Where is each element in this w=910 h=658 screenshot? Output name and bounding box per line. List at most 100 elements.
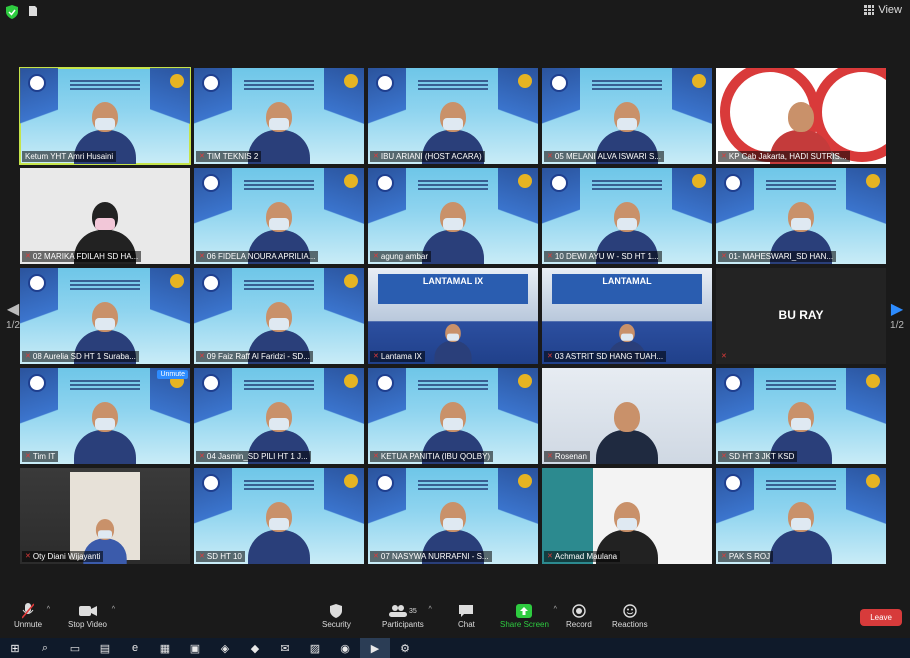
school-logo-icon — [202, 474, 220, 492]
mic-muted-icon: ✕ — [199, 453, 205, 460]
participant-tile[interactable]: ✕ 08 Aurelia SD HT 1 Suraba... — [20, 268, 190, 364]
task-view-icon[interactable]: ▭ — [60, 638, 90, 658]
participant-tile[interactable]: ✕ Oty Diani Wijayanti — [20, 468, 190, 564]
folder-icon[interactable]: ▦ — [150, 638, 180, 658]
school-logo-icon — [202, 274, 220, 292]
participant-tile[interactable]: ✕ TIM TEKNIS 2 — [194, 68, 364, 164]
participant-name-tag: ✕ 09 Faiz Raff Al Faridzi - SD... — [196, 351, 313, 362]
edge-browser-icon[interactable]: e — [120, 638, 150, 658]
participant-video — [766, 500, 836, 564]
chevron-up-icon[interactable]: ^ — [554, 606, 557, 613]
participant-name: 01- MAHESWARI_SD HAN... — [728, 252, 834, 261]
participant-name-tag: ✕ 03 ASTRIT SD HANG TUAH... — [544, 351, 667, 362]
people-icon: 35 — [382, 602, 424, 620]
zoom-app-icon[interactable]: ▶ — [360, 638, 390, 658]
participant-name-tag: ✕ 05 MELANI ALVA ISWARI S... — [544, 151, 664, 162]
mic-muted-icon: ✕ — [25, 253, 31, 260]
emblem-icon — [518, 374, 532, 388]
participant-tile[interactable]: ✕ 07 NASYWA NURRAFNI - S... — [368, 468, 538, 564]
participant-name: SD HT 10 — [206, 552, 242, 561]
unmute-tag[interactable]: Unmute — [157, 370, 188, 379]
mail-icon[interactable]: ✉ — [270, 638, 300, 658]
participant-tile[interactable]: ✕ Achmad Maulana — [542, 468, 712, 564]
file-explorer-icon[interactable]: ▤ — [90, 638, 120, 658]
meeting-toolbar: Unmute ^ Stop Video ^ Security 35 Partic… — [0, 598, 910, 636]
view-button[interactable]: View — [864, 4, 902, 16]
event-banner — [70, 278, 140, 292]
chevron-up-icon[interactable]: ^ — [47, 606, 50, 613]
app-icon[interactable]: ◆ — [240, 638, 270, 658]
participant-tile[interactable]: ✕ Rosenan — [542, 368, 712, 464]
school-logo-icon — [202, 374, 220, 392]
school-logo-icon — [202, 74, 220, 92]
search-icon[interactable]: ⌕ — [30, 638, 60, 658]
mic-muted-icon: ✕ — [721, 353, 727, 360]
mic-muted-icon — [14, 602, 42, 620]
participant-tile[interactable]: Ketum YHT Amri Husaini — [19, 67, 191, 165]
smiley-icon — [612, 602, 648, 620]
settings-icon[interactable]: ⚙ — [390, 638, 420, 658]
participant-tile[interactable]: ✕ KETUA PANITIA (IBU QOLBY) — [368, 368, 538, 464]
participant-tile[interactable]: ✕ 01- MAHESWARI_SD HAN... — [716, 168, 886, 264]
participant-tile[interactable]: Unmute ✕ Tim IT — [20, 368, 190, 464]
participant-tile[interactable]: ✕ 09 Faiz Raff Al Faridzi - SD... — [194, 268, 364, 364]
chat-button[interactable]: Chat — [458, 602, 475, 629]
share-screen-icon — [500, 602, 549, 620]
participant-tile[interactable]: ✕ SD HT 10 — [194, 468, 364, 564]
stop-video-button[interactable]: Stop Video ^ — [68, 602, 115, 629]
participant-name: 04 Jasmin_SD PILI HT 1 J... — [206, 452, 308, 461]
unmute-button[interactable]: Unmute ^ — [14, 602, 50, 629]
event-banner — [592, 178, 662, 192]
participant-tile[interactable]: ✕ 10 DEWI AYU W - SD HT 1... — [542, 168, 712, 264]
stage-backdrop: LANTAMAL IX — [378, 274, 528, 304]
participant-name-tag: ✕ Lantama IX — [370, 351, 425, 362]
chevron-up-icon[interactable]: ^ — [112, 606, 115, 613]
participant-tile[interactable]: LANTAMAL IX ✕ Lantama IX — [368, 268, 538, 364]
school-logo-icon — [724, 174, 742, 192]
mic-muted-icon: ✕ — [721, 253, 727, 260]
participant-name-tag: ✕ TIM TEKNIS 2 — [196, 151, 262, 162]
participant-tile[interactable]: BU RAY ✕ — [716, 268, 886, 364]
participant-tile[interactable]: ✕ 02 MARIKA FDILAH SD HA... — [20, 168, 190, 264]
event-banner — [418, 478, 488, 492]
event-banner — [244, 178, 314, 192]
participant-display-name: BU RAY — [778, 308, 824, 322]
chrome-icon[interactable]: ◉ — [330, 638, 360, 658]
reactions-button[interactable]: Reactions — [612, 602, 648, 629]
participant-video — [592, 400, 662, 464]
participant-name: Ketum YHT Amri Husaini — [25, 152, 114, 161]
security-button[interactable]: Security — [322, 602, 351, 629]
shield-icon[interactable] — [6, 5, 18, 19]
leave-button[interactable]: Leave — [860, 609, 902, 626]
photos-icon[interactable]: ▨ — [300, 638, 330, 658]
participant-name-tag: ✕ — [718, 351, 730, 362]
participant-video — [244, 500, 314, 564]
participant-tile[interactable]: ✕ IBU ARIANI (HOST ACARA) — [368, 68, 538, 164]
participant-tile[interactable]: ✕ 05 MELANI ALVA ISWARI S... — [542, 68, 712, 164]
record-button[interactable]: Record — [566, 602, 592, 629]
share-screen-button[interactable]: Share Screen ^ — [500, 602, 557, 629]
emblem-icon — [170, 74, 184, 88]
store-icon[interactable]: ▣ — [180, 638, 210, 658]
participants-button[interactable]: 35 Participants ^ — [382, 602, 432, 629]
emblem-icon — [518, 174, 532, 188]
chevron-up-icon[interactable]: ^ — [429, 606, 432, 613]
school-logo-icon — [376, 474, 394, 492]
windows-start-icon[interactable]: ⊞ — [0, 638, 30, 658]
event-banner — [70, 78, 140, 92]
mic-muted-icon: ✕ — [199, 353, 205, 360]
info-icon[interactable] — [26, 4, 40, 18]
participant-video — [70, 400, 140, 464]
participant-tile[interactable]: ✕ 06 FIDELA NOURA APRILIA... — [194, 168, 364, 264]
participant-tile[interactable]: LANTAMAL ✕ 03 ASTRIT SD HANG TUAH... — [542, 268, 712, 364]
event-banner — [244, 378, 314, 392]
emblem-icon — [344, 374, 358, 388]
participant-tile[interactable]: ✕ KP Cab Jakarta, HADI SUTRIS... — [716, 68, 886, 164]
participant-name: 03 ASTRIT SD HANG TUAH... — [554, 352, 664, 361]
dropbox-icon[interactable]: ◈ — [210, 638, 240, 658]
participant-tile[interactable]: ✕ agung ambar — [368, 168, 538, 264]
participant-tile[interactable]: ✕ SD HT 3 JKT KSD — [716, 368, 886, 464]
participant-name-tag: ✕ 07 NASYWA NURRAFNI - S... — [370, 551, 492, 562]
participant-tile[interactable]: ✕ 04 Jasmin_SD PILI HT 1 J... — [194, 368, 364, 464]
participant-tile[interactable]: ✕ PAK S ROJ — [716, 468, 886, 564]
